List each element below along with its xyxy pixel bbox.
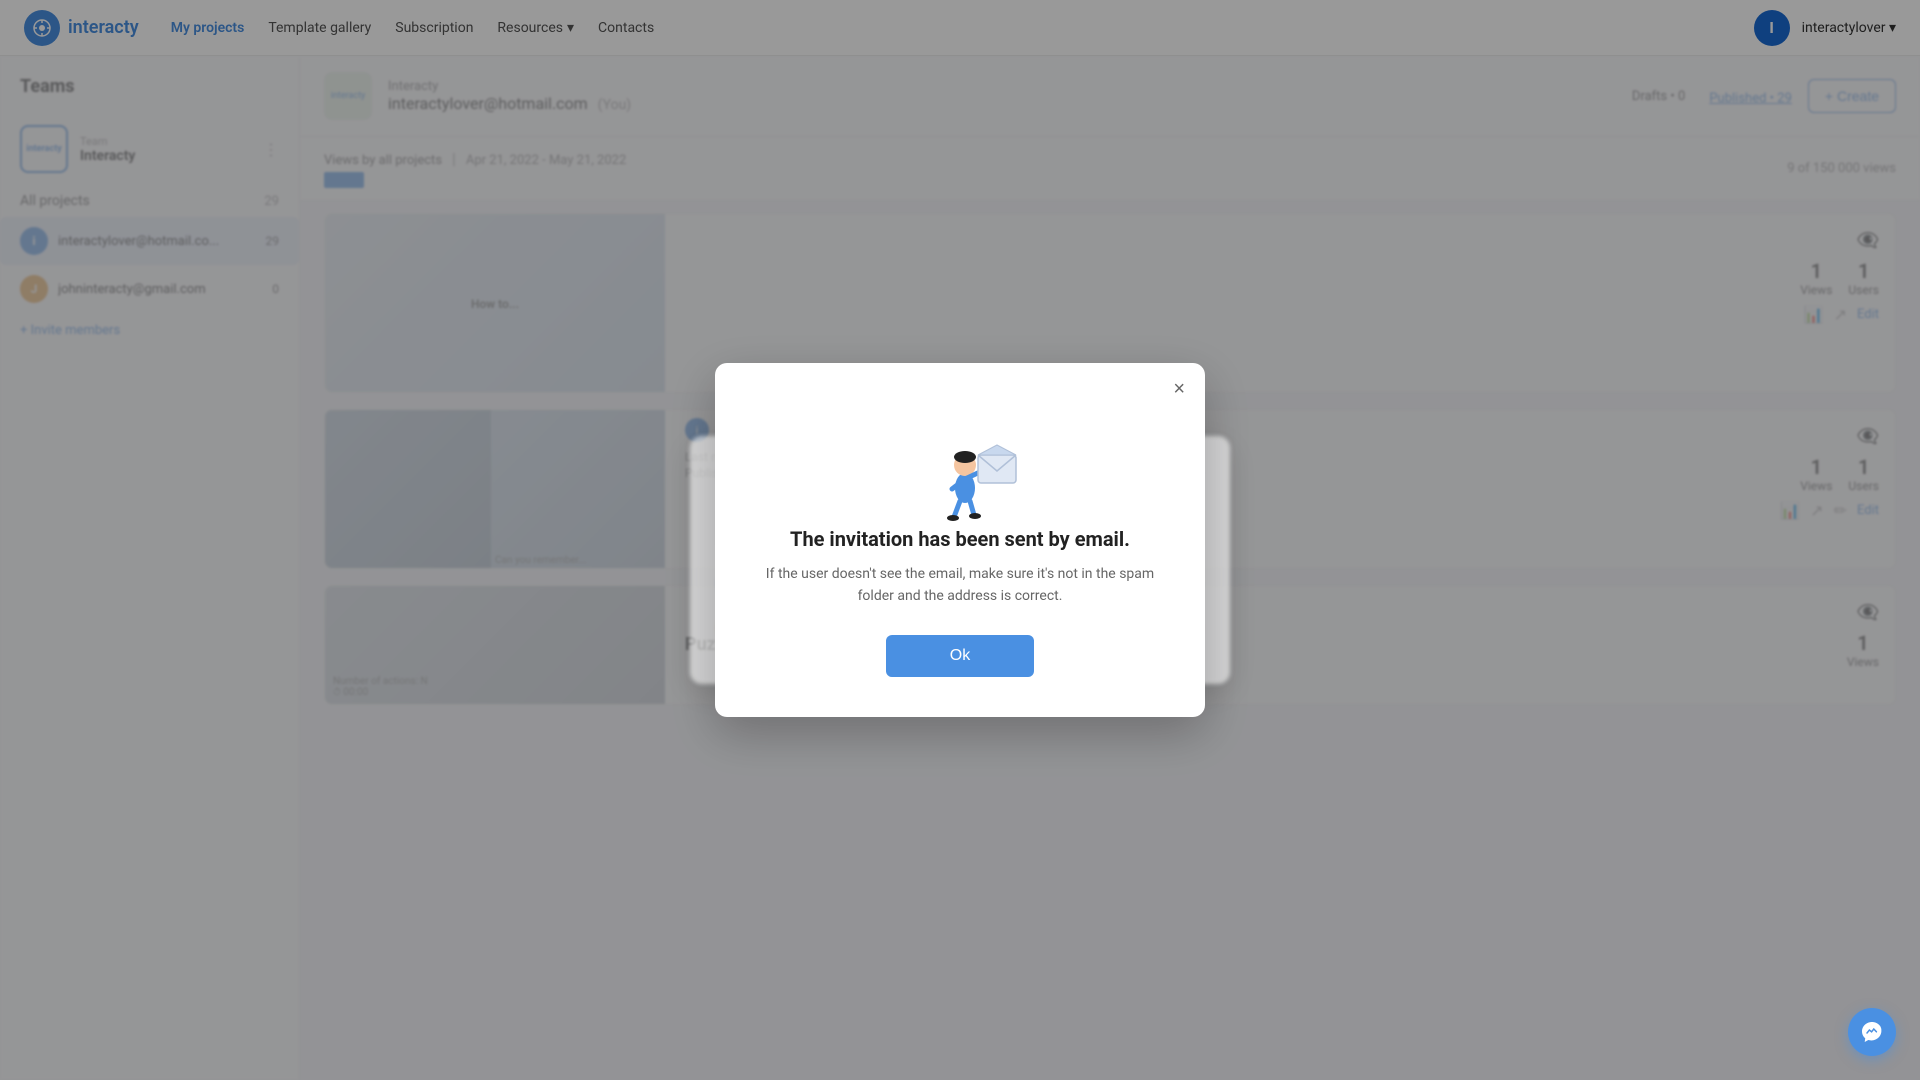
ok-button[interactable]: Ok	[886, 635, 1034, 677]
email-illustration	[910, 403, 1010, 503]
confirm-title: The invitation has been sent by email.	[763, 527, 1157, 551]
modal-overlay: M × I J remove ×	[0, 0, 1920, 1080]
confirm-modal-close-button[interactable]: ×	[1173, 379, 1185, 399]
confirm-modal: ×	[715, 363, 1205, 718]
confirm-body: If the user doesn't see the email, make …	[763, 563, 1157, 608]
messenger-button[interactable]	[1848, 1008, 1896, 1056]
